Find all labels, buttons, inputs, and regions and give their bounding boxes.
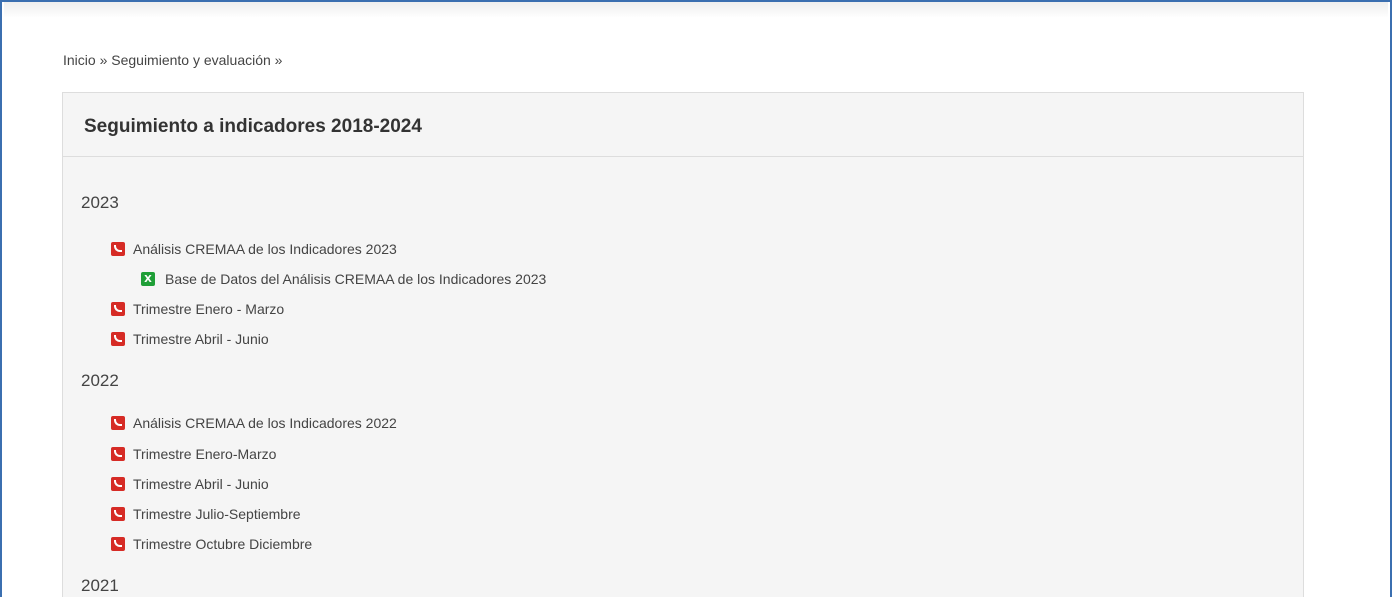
excel-icon: X <box>141 272 155 286</box>
pdf-icon <box>111 242 125 256</box>
item-link[interactable]: Análisis CREMAA de los Indicadores 2022 <box>133 415 397 431</box>
panel-title: Seguimiento a indicadores 2018-2024 <box>63 93 1303 157</box>
pdf-icon <box>111 302 125 316</box>
list-item[interactable]: X Base de Datos del Análisis CREMAA de l… <box>141 271 546 287</box>
item-link[interactable]: Análisis CREMAA de los Indicadores 2023 <box>133 241 397 257</box>
item-link[interactable]: Trimestre Enero-Marzo <box>133 446 276 462</box>
year-heading-2023: 2023 <box>81 193 119 212</box>
list-item[interactable]: Análisis CREMAA de los Indicadores 2022 <box>111 415 397 431</box>
list-item[interactable]: Trimestre Enero-Marzo <box>111 446 276 462</box>
year-heading-2021: 2021 <box>81 576 119 595</box>
pdf-icon <box>111 537 125 551</box>
pdf-icon <box>111 447 125 461</box>
pdf-icon <box>111 477 125 491</box>
pdf-icon <box>111 416 125 430</box>
breadcrumb[interactable]: Inicio » Seguimiento y evaluación » <box>63 52 282 68</box>
top-shadow <box>4 2 1388 18</box>
item-link[interactable]: Trimestre Enero - Marzo <box>133 301 284 317</box>
list-item[interactable]: Análisis CREMAA de los Indicadores 2023 <box>111 241 397 257</box>
list-item[interactable]: Trimestre Octubre Diciembre <box>111 536 312 552</box>
browser-frame: Inicio » Seguimiento y evaluación » Segu… <box>0 0 1392 597</box>
list-item[interactable]: Trimestre Enero - Marzo <box>111 301 284 317</box>
item-link[interactable]: Trimestre Abril - Junio <box>133 331 269 347</box>
indicators-panel: Seguimiento a indicadores 2018-2024 2023… <box>62 92 1304 597</box>
pdf-icon <box>111 332 125 346</box>
item-link[interactable]: Trimestre Abril - Junio <box>133 476 269 492</box>
item-link[interactable]: Trimestre Julio-Septiembre <box>133 506 301 522</box>
list-item[interactable]: Trimestre Abril - Junio <box>111 331 269 347</box>
pdf-icon <box>111 507 125 521</box>
list-item[interactable]: Trimestre Abril - Junio <box>111 476 269 492</box>
year-heading-2022: 2022 <box>81 371 119 390</box>
item-link[interactable]: Trimestre Octubre Diciembre <box>133 536 312 552</box>
item-link[interactable]: Base de Datos del Análisis CREMAA de los… <box>165 271 546 287</box>
list-item[interactable]: Trimestre Julio-Septiembre <box>111 506 301 522</box>
